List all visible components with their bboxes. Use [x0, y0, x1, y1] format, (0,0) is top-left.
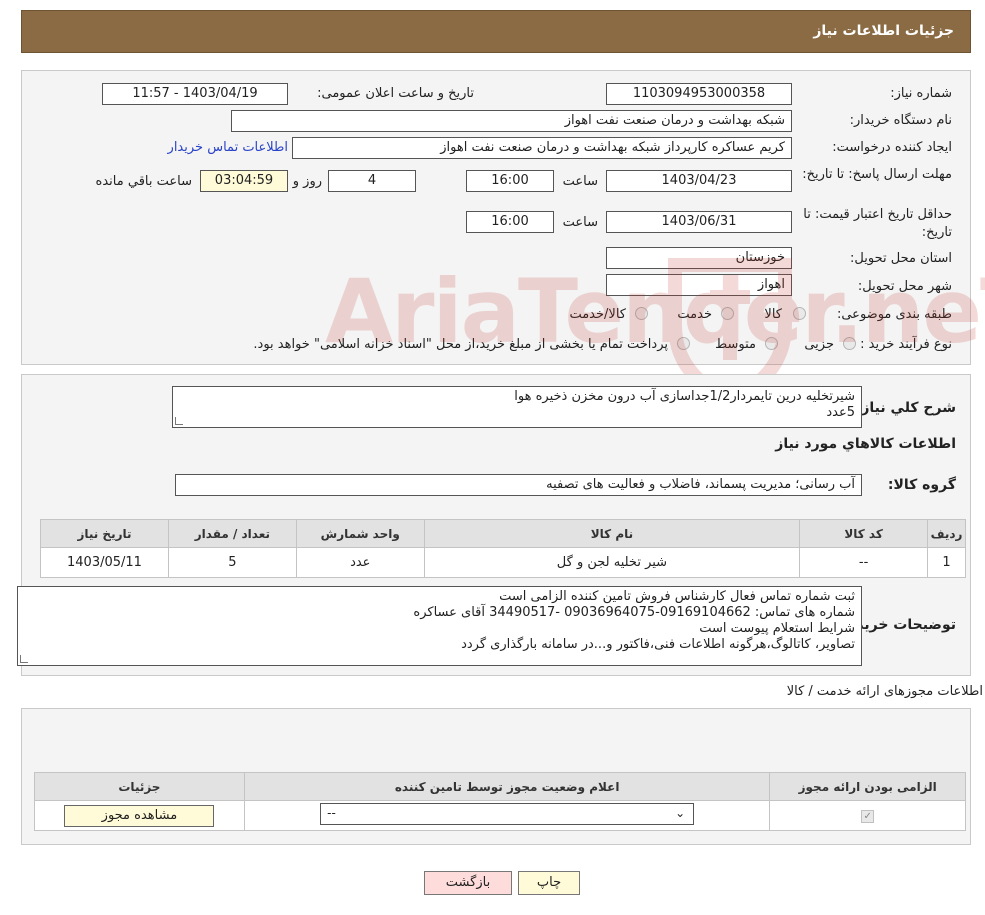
- days-field: 4: [328, 170, 416, 192]
- days-label: روز و: [292, 174, 322, 189]
- announce-field: 1403/04/19 - 11:57: [102, 83, 288, 105]
- category-label: طبقه بندی موضوعی:: [836, 307, 952, 322]
- province-label: استان محل تحویل:: [850, 251, 952, 266]
- licenses-table-header: الزامی بودن ارائه مجوز اعلام وضعیت مجوز …: [34, 772, 966, 801]
- table-row: ✓ -- ⌄ مشاهده مجوز: [34, 800, 966, 831]
- page-title: جزئیات اطلاعات نیاز: [813, 23, 954, 39]
- process-radio-minor[interactable]: [843, 337, 856, 350]
- note-line-2: شماره های تماس: 09169104662-09036964075 …: [413, 605, 855, 620]
- buyer-field: شبکه بهداشت و درمان صنعت نفت اهواز: [231, 110, 792, 132]
- category-radio-service[interactable]: [721, 307, 734, 320]
- category-option-service: خدمت: [677, 307, 712, 322]
- cell-details: مشاهده مجوز: [34, 800, 245, 831]
- cell-qty: 5: [167, 547, 297, 578]
- col-details: جزئیات: [34, 772, 245, 801]
- group-field: آب رسانی؛ مدیریت پسماند، فاضلاب و فعالیت…: [175, 474, 862, 496]
- license-status-select[interactable]: -- ⌄: [320, 802, 695, 825]
- desc-line-2: 5عدد: [826, 405, 855, 420]
- col-row: رديف: [927, 519, 966, 548]
- category-option-goods-service: کالا/خدمت: [569, 307, 626, 322]
- resize-handle-icon[interactable]: [175, 417, 183, 425]
- desc-label: شرح کلي نياز:: [855, 400, 956, 416]
- treasury-checkbox[interactable]: [677, 337, 690, 350]
- back-button[interactable]: بازگشت: [424, 871, 512, 895]
- resize-handle-icon[interactable]: [20, 655, 28, 663]
- licenses-title: اطلاعات مجوزهای ارائه خدمت / کالا: [786, 684, 983, 699]
- category-radio-goods[interactable]: [793, 307, 806, 320]
- col-unit: واحد شمارش: [295, 519, 425, 548]
- note-line-4: تصاویر، کاتالوگ،هرگونه اطلاعات فنی،فاکتو…: [461, 637, 855, 652]
- creator-label: ایجاد کننده درخواست:: [832, 140, 952, 155]
- table-row: 1 -- شیر تخلیه لجن و گل عدد 5 1403/05/11: [40, 547, 966, 578]
- col-qty: تعداد / مقدار: [167, 519, 297, 548]
- group-label: گروه کالا:: [887, 477, 956, 493]
- cell-unit: عدد: [295, 547, 425, 578]
- validity-label: حداقل تاریخ اعتبار قیمت: تا تاریخ:: [803, 207, 952, 240]
- print-button[interactable]: چاپ: [518, 871, 580, 895]
- goods-table-header: رديف کد کالا نام کالا واحد شمارش تعداد /…: [40, 519, 966, 548]
- category-option-goods: کالا: [764, 307, 782, 322]
- licenses-panel: الزامی بودن ارائه مجوز اعلام وضعیت مجوز …: [21, 708, 971, 845]
- summary-panel: شرح کلي نياز: شیرتخلیه درین تایمردار1/2ج…: [17, 374, 971, 676]
- buyer-contact-link[interactable]: اطلاعات تماس خریدار: [168, 140, 288, 155]
- process-option-medium: متوسط: [715, 337, 756, 352]
- note-line-1: ثبت شماره تماس فعال کارشناس فروش تامین ک…: [499, 589, 855, 604]
- process-label: نوع فرآیند خرید :: [860, 337, 952, 352]
- province-field: خوزستان: [606, 247, 792, 269]
- col-date: تاریخ نیاز: [40, 519, 169, 548]
- remaining-label: ساعت باقي مانده: [95, 174, 192, 189]
- col-name: نام کالا: [423, 519, 801, 548]
- required-checkbox: ✓: [861, 810, 875, 823]
- process-option-minor: جزیی: [804, 337, 834, 352]
- license-status-value: --: [327, 805, 336, 820]
- cell-required: ✓: [769, 800, 966, 831]
- col-code: کد کالا: [799, 519, 929, 548]
- deadline-label: مهلت ارسال پاسخ: تا تاریخ:: [802, 167, 952, 182]
- validity-date-field: 1403/06/31: [606, 211, 792, 233]
- goods-table: رديف کد کالا نام کالا واحد شمارش تعداد /…: [40, 519, 966, 578]
- cell-row: 1: [927, 547, 966, 578]
- need-number-field: 1103094953000358: [606, 83, 792, 105]
- buyer-label: نام دستگاه خریدار:: [849, 113, 952, 128]
- cell-date: 1403/05/11: [40, 547, 169, 578]
- goods-title: اطلاعات کالاهاي مورد نياز: [775, 436, 956, 452]
- city-label: شهر محل تحویل:: [857, 279, 952, 294]
- deadline-date-field: 1403/04/23: [606, 170, 792, 192]
- process-radio-medium[interactable]: [765, 337, 778, 350]
- col-status: اعلام وضعیت مجوز توسط تامین کننده: [243, 772, 771, 801]
- chevron-down-icon: ⌄: [675, 805, 686, 820]
- cell-code: --: [799, 547, 929, 578]
- licenses-table: الزامی بودن ارائه مجوز اعلام وضعیت مجوز …: [34, 772, 966, 831]
- deadline-time-field: 16:00: [466, 170, 554, 192]
- note-line-3: شرایط استعلام پیوست است: [699, 621, 855, 636]
- need-number-label: شماره نیاز:: [890, 86, 952, 101]
- remaining-time-field: 03:04:59: [200, 170, 288, 192]
- deadline-time-label: ساعت: [562, 174, 598, 189]
- validity-time-label: ساعت: [562, 215, 598, 230]
- creator-field: کریم عساکره کارپرداز شبکه بهداشت و درمان…: [292, 137, 792, 159]
- need-info-panel: شماره نیاز: 1103094953000358 تاریخ و ساع…: [21, 70, 971, 365]
- page-header: جزئیات اطلاعات نیاز: [21, 10, 971, 53]
- desc-line-1: شیرتخلیه درین تایمردار1/2جداسازی آب درون…: [514, 389, 855, 404]
- validity-time-field: 16:00: [466, 211, 554, 233]
- announce-label: تاریخ و ساعت اعلان عمومی:: [317, 86, 474, 101]
- city-field: اهواز: [606, 274, 792, 296]
- category-radio-goods-service[interactable]: [635, 307, 648, 320]
- buyer-notes-textarea[interactable]: ثبت شماره تماس فعال کارشناس فروش تامین ک…: [17, 586, 862, 666]
- col-required: الزامی بودن ارائه مجوز: [769, 772, 966, 801]
- process-note: پرداخت تمام یا بخشی از مبلغ خرید،از محل …: [253, 337, 668, 352]
- desc-textarea[interactable]: شیرتخلیه درین تایمردار1/2جداسازی آب درون…: [172, 386, 862, 428]
- cell-name: شیر تخلیه لجن و گل: [423, 547, 801, 578]
- view-license-button[interactable]: مشاهده مجوز: [64, 804, 215, 827]
- cell-status: -- ⌄: [243, 800, 771, 831]
